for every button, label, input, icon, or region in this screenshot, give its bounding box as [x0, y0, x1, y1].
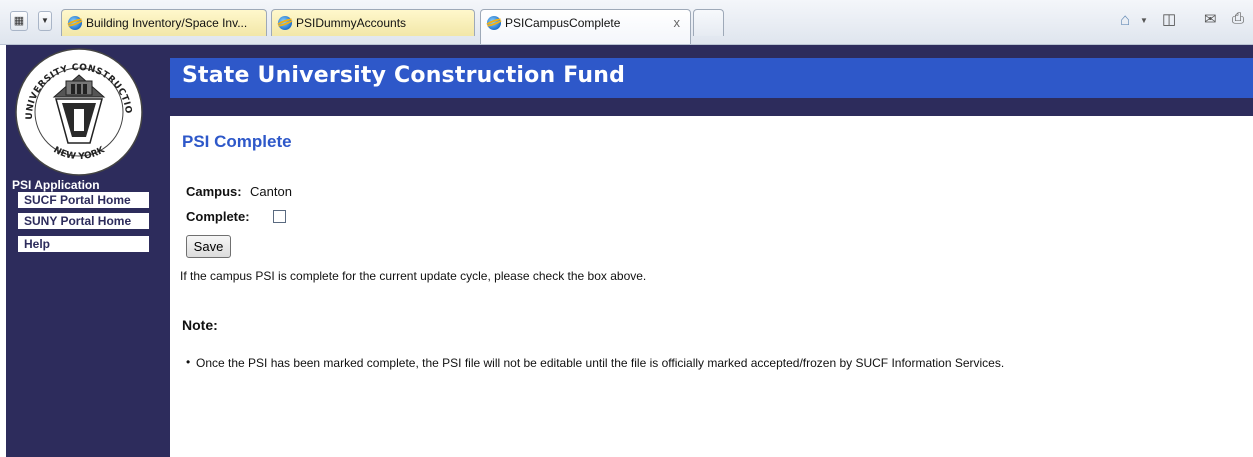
banner-top-strip [170, 45, 1253, 58]
campus-label: Campus: [186, 184, 242, 199]
close-tab-icon[interactable]: x [674, 10, 681, 36]
sidebar-section-label: PSI Application [12, 178, 100, 192]
sidebar-item-help[interactable]: Help [18, 236, 149, 253]
site-banner: State University Construction Fund [170, 58, 1253, 98]
sidebar-item-sucf-portal-home[interactable]: SUCF Portal Home [18, 192, 149, 209]
tab-label: Building Inventory/Space Inv... [86, 16, 248, 30]
tab-label: PSICampusComplete [505, 16, 621, 30]
complete-checkbox[interactable] [273, 210, 286, 223]
mail-icon[interactable]: ✉ [1204, 10, 1217, 28]
home-icon[interactable]: ⌂ [1120, 10, 1130, 30]
banner-bottom-strip [170, 98, 1253, 116]
quick-tabs-icon[interactable]: ▦ [10, 11, 28, 31]
tab-psi-campus-complete[interactable]: PSICampusComplete x [480, 9, 691, 44]
complete-label: Complete: [186, 209, 250, 224]
tab-label: PSIDummyAccounts [296, 16, 407, 30]
print-icon[interactable]: ⎙ [1232, 10, 1244, 27]
note-label: Note: [182, 317, 218, 333]
home-dropdown-icon[interactable]: ▼ [1140, 16, 1148, 25]
page-title: PSI Complete [182, 132, 292, 151]
instruction-text: If the campus PSI is complete for the cu… [180, 269, 647, 283]
tab-building-inventory[interactable]: Building Inventory/Space Inv... [61, 9, 267, 36]
note-list-item: Once the PSI has been marked complete, t… [186, 355, 1004, 370]
ie-page-icon [68, 16, 82, 30]
feeds-icon[interactable]: ◫ [1162, 10, 1176, 28]
sidebar-item-suny-portal-home[interactable]: SUNY Portal Home [18, 213, 149, 230]
sucf-seal-logo: STATE UNIVERSITY CONSTRUCTION FUND NEW Y… [14, 47, 143, 176]
tab-list-dropdown-icon[interactable]: ▼ [38, 11, 52, 31]
site-title: State University Construction Fund [182, 63, 626, 88]
campus-value: Canton [250, 184, 292, 199]
ie-page-icon [487, 16, 501, 30]
save-button[interactable]: Save [186, 235, 231, 258]
ie-page-icon [278, 16, 292, 30]
browser-tab-strip: ▦ ▼ Building Inventory/Space Inv... PSID… [0, 0, 1253, 45]
tab-psi-dummy-accounts[interactable]: PSIDummyAccounts [271, 9, 475, 36]
new-tab-button[interactable] [693, 9, 724, 36]
